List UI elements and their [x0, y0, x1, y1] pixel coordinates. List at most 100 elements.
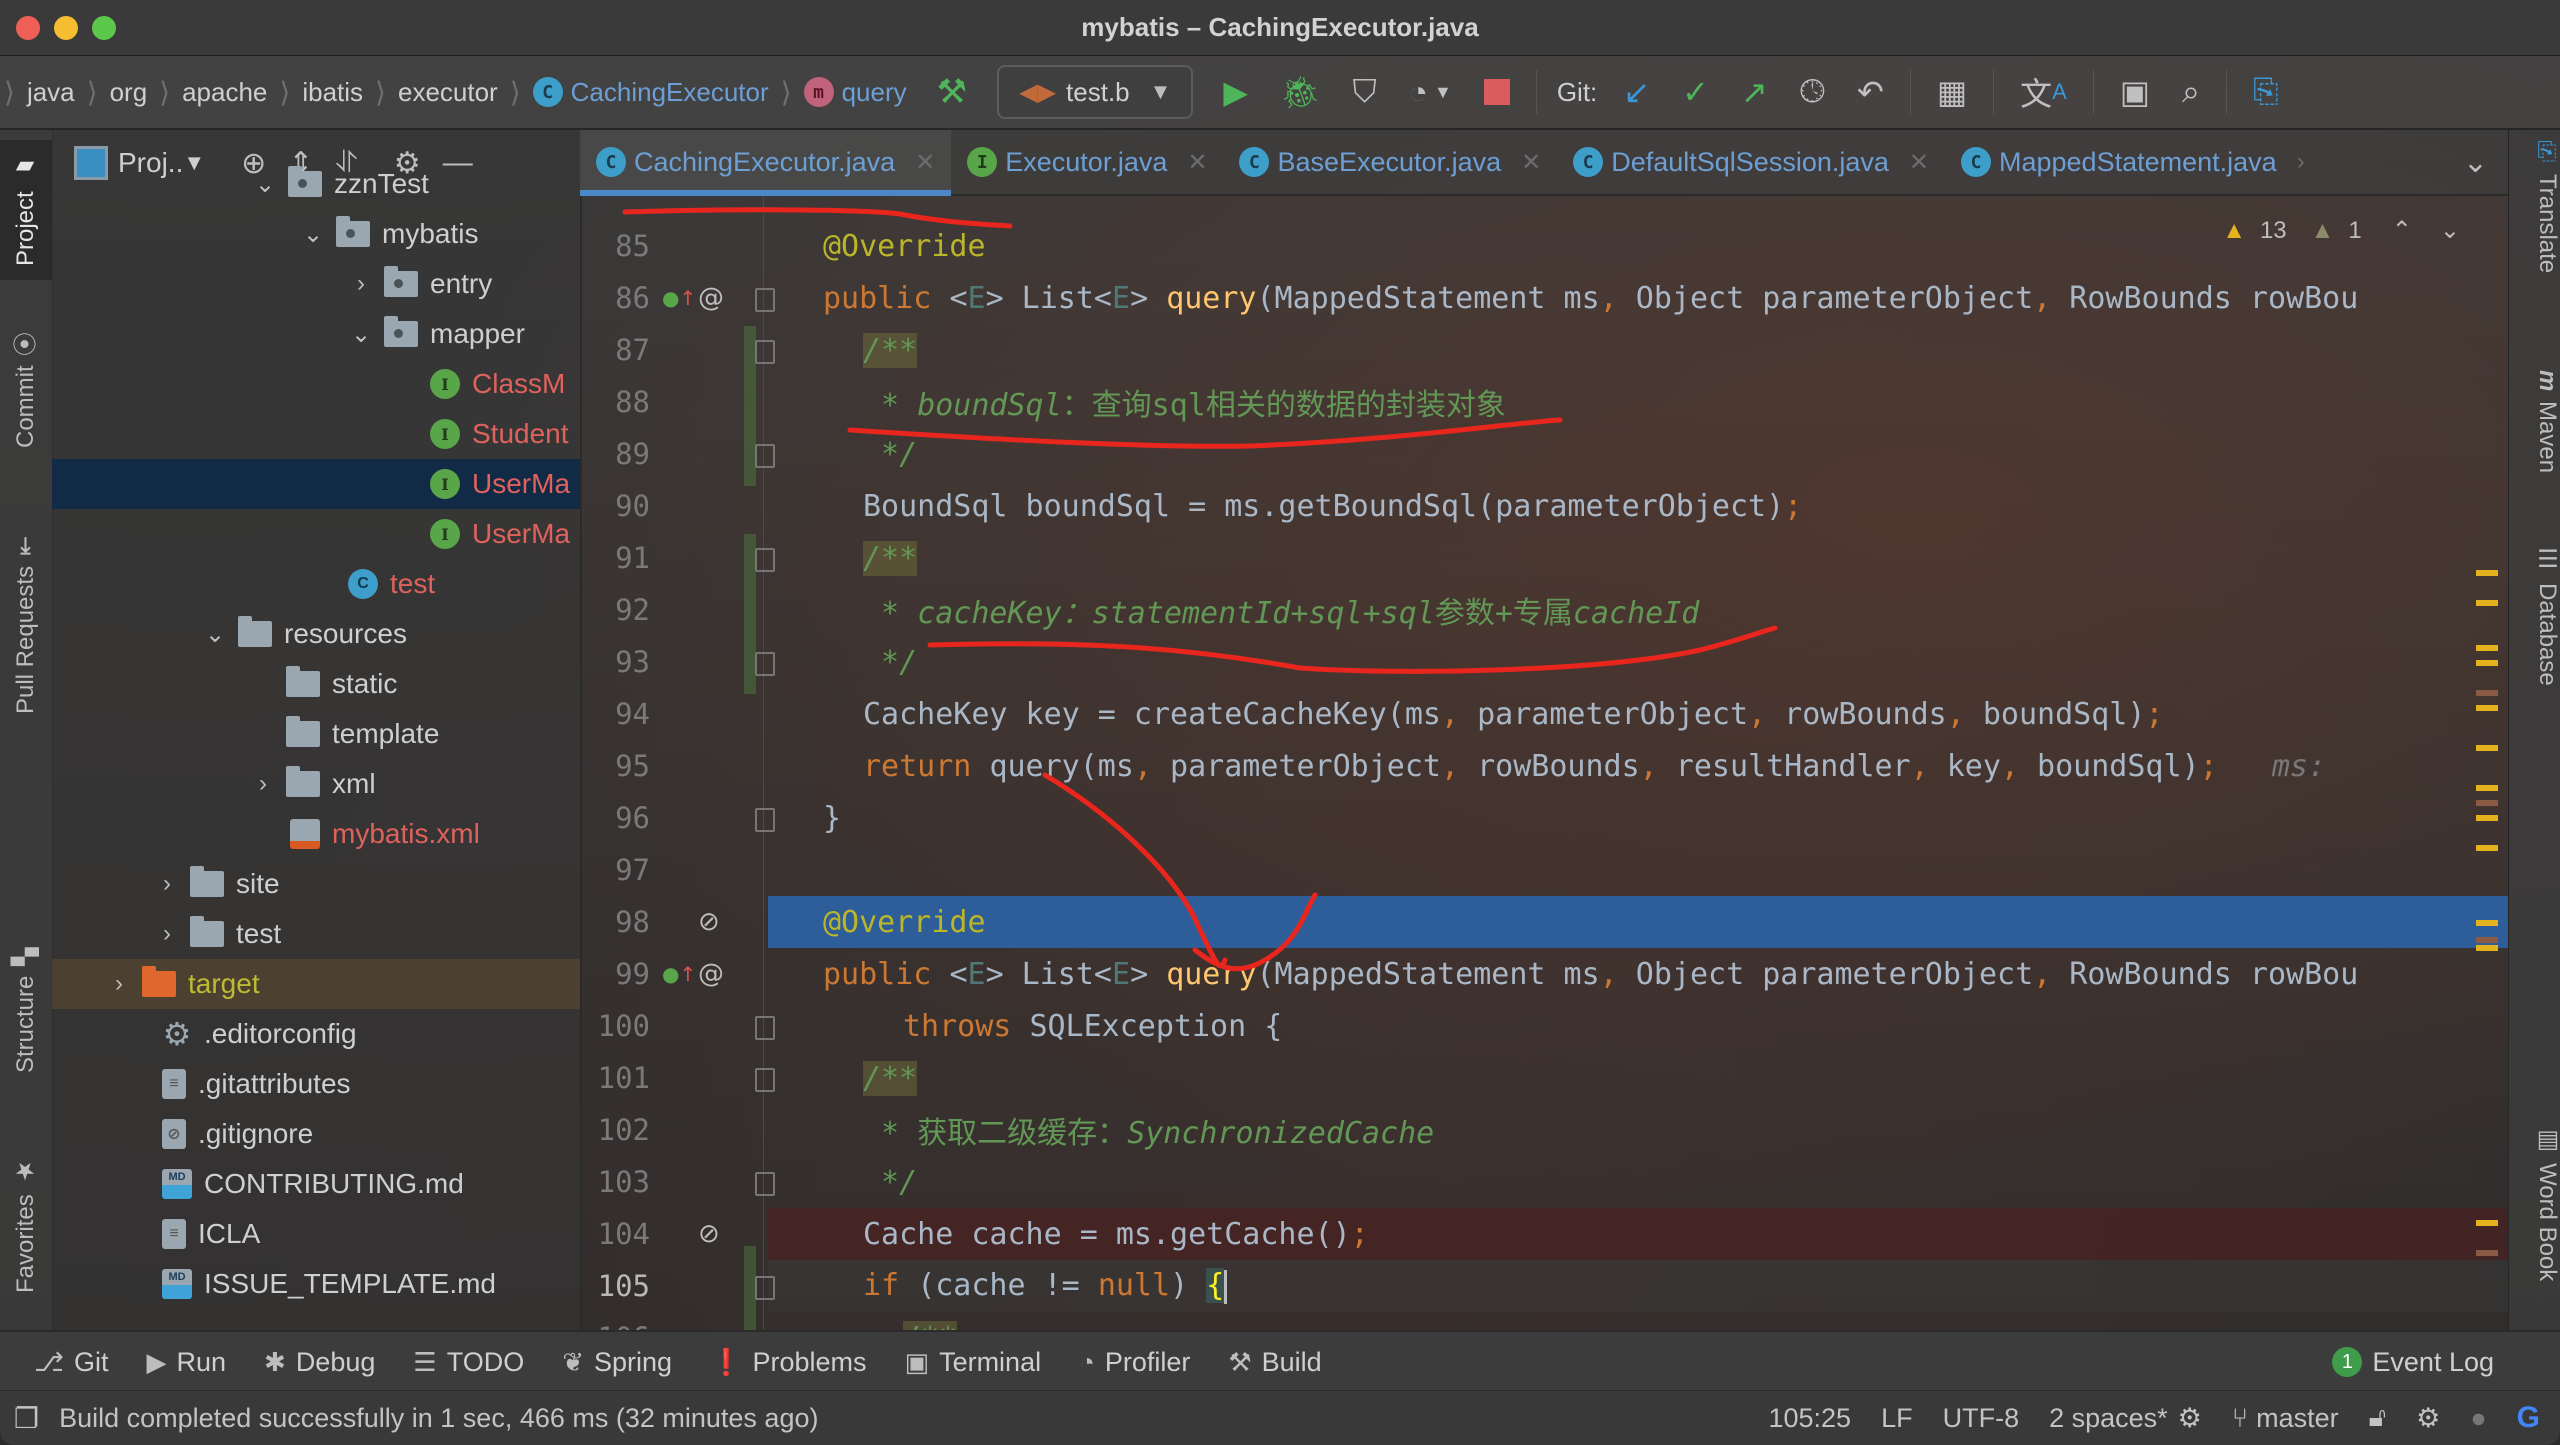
translate-icon[interactable]: 文A	[2020, 69, 2067, 115]
tool-tab-pull-requests[interactable]: Pull Requests ⇤	[0, 510, 52, 740]
chevron-right-icon[interactable]: ›	[104, 970, 134, 998]
code-editor[interactable]: ▲ 13 ▲ 1 ⌃ ⌄ 85 @Override 86 ●↑ @ public…	[580, 196, 2508, 1330]
tree-item[interactable]: ⌄ mybatis	[52, 209, 580, 259]
tree-item[interactable]: ⚙ .editorconfig	[52, 1009, 580, 1059]
fold-icon[interactable]	[755, 1172, 775, 1196]
tree-item[interactable]: › xml	[52, 759, 580, 809]
tree-item[interactable]: › test	[52, 909, 580, 959]
chevron-right-icon[interactable]: ›	[248, 770, 278, 798]
chevron-right-icon[interactable]: ›	[152, 870, 182, 898]
implements-gutter-icon[interactable]: ●↑	[662, 286, 696, 310]
event-log-button[interactable]: 1 Event Log	[2332, 1347, 2494, 1378]
tab-caching-executor[interactable]: C CachingExecutor.java ✕	[580, 130, 952, 196]
git-branch-widget[interactable]: ⑂ master	[2232, 1403, 2339, 1434]
translate-plugin-icon[interactable]: ⎘	[2253, 73, 2279, 111]
tool-button-terminal[interactable]: ▣ Terminal	[904, 1347, 1041, 1378]
fold-icon[interactable]	[755, 1276, 775, 1300]
fold-icon[interactable]	[755, 808, 775, 832]
rollback-icon[interactable]: ↶	[1857, 73, 1884, 111]
breadcrumb-ibatis[interactable]: ibatis	[292, 77, 373, 108]
tree-item[interactable]: ≡ ICLA	[52, 1209, 580, 1259]
close-window-button[interactable]	[16, 16, 40, 40]
profile-icon[interactable]: ◔ ▼	[1409, 74, 1452, 111]
tree-item[interactable]: I ClassM	[52, 359, 580, 409]
tree-item[interactable]: › target	[52, 959, 580, 1009]
tool-tab-favorites[interactable]: Favorites ★	[0, 1140, 52, 1310]
tool-tab-project[interactable]: Project ▰	[0, 140, 52, 280]
annotation-gutter-icon[interactable]: @	[698, 283, 724, 313]
tree-item[interactable]: ≡ .gitattributes	[52, 1059, 580, 1109]
inspection-profile-icon[interactable]: ⚙	[2416, 1403, 2440, 1434]
tree-item[interactable]: static	[52, 659, 580, 709]
fold-icon[interactable]	[755, 340, 775, 364]
run-icon[interactable]: ▶	[1223, 73, 1248, 111]
chevron-down-icon[interactable]: ⌄	[298, 220, 328, 249]
tool-button-problems[interactable]: ❗ Problems	[710, 1347, 866, 1378]
close-icon[interactable]: ✕	[1521, 148, 1541, 177]
fold-icon[interactable]	[755, 1068, 775, 1092]
chevron-right-icon[interactable]: ›	[2297, 148, 2305, 176]
warning-marker[interactable]	[2476, 785, 2498, 791]
tool-button-build[interactable]: ⚒ Build	[1228, 1347, 1321, 1378]
tool-tab-database[interactable]: ☰ Database	[2509, 545, 2560, 745]
run-configuration-select[interactable]: ◀▶ test.b ▼	[997, 65, 1194, 119]
warning-marker[interactable]	[2476, 570, 2498, 576]
tool-button-debug[interactable]: ✱ Debug	[264, 1347, 375, 1378]
tree-item-selected[interactable]: I UserMa	[52, 459, 580, 509]
breadcrumb-org[interactable]: org	[100, 77, 158, 108]
tree-item[interactable]: ⊘ .gitignore	[52, 1109, 580, 1159]
line-separator[interactable]: LF	[1881, 1403, 1913, 1434]
git-update-icon[interactable]: ↙	[1623, 73, 1650, 111]
tree-item[interactable]: ⌄ resources	[52, 609, 580, 659]
toggle-tool-windows-icon[interactable]: ❐	[14, 1402, 39, 1435]
caret-position[interactable]: 105:25	[1768, 1403, 1851, 1434]
warning-marker[interactable]	[2476, 645, 2498, 651]
fold-icon[interactable]	[755, 548, 775, 572]
close-icon[interactable]: ✕	[1187, 148, 1207, 177]
chevron-down-icon[interactable]: ⌄	[346, 320, 376, 349]
search-icon[interactable]: ⌕	[2182, 73, 2200, 111]
tree-item[interactable]: › site	[52, 859, 580, 909]
chevron-down-icon[interactable]: ⌄	[2463, 145, 2508, 180]
fold-icon[interactable]	[755, 652, 775, 676]
tree-item[interactable]: Ctest	[52, 559, 580, 609]
marker[interactable]	[2476, 800, 2498, 806]
warning-marker[interactable]	[2476, 845, 2498, 851]
fold-icon[interactable]	[755, 444, 775, 468]
tree-item[interactable]: I Student	[52, 409, 580, 459]
tool-button-todo[interactable]: ☰ TODO	[413, 1347, 524, 1378]
tool-tab-structure[interactable]: Structure ▚	[0, 930, 52, 1090]
tree-item[interactable]: mybatis.xml	[52, 809, 580, 859]
project-structure-icon[interactable]: ▦	[1937, 73, 1967, 111]
editorconfig-icon[interactable]: ⚙	[2178, 1403, 2202, 1434]
build-hammer-icon[interactable]: ⚒	[937, 72, 967, 112]
tree-item[interactable]: I UserMa	[52, 509, 580, 559]
tool-tab-word-book[interactable]: ▤ Word Book	[2509, 1125, 2560, 1325]
breadcrumb-caching-executor[interactable]: C CachingExecutor	[523, 77, 779, 108]
minimize-window-button[interactable]	[54, 16, 78, 40]
chevron-down-icon[interactable]: ⌄	[250, 170, 280, 199]
maximize-window-button[interactable]	[92, 16, 116, 40]
warning-marker[interactable]	[2476, 945, 2498, 951]
warning-marker[interactable]	[2476, 660, 2498, 666]
breadcrumb-java[interactable]: java	[17, 77, 85, 108]
tree-item[interactable]: template	[52, 709, 580, 759]
warning-marker[interactable]	[2476, 1220, 2498, 1226]
marker[interactable]	[2476, 937, 2498, 943]
close-icon[interactable]: ✕	[915, 148, 935, 177]
tool-button-git[interactable]: ⎇ Git	[34, 1347, 108, 1378]
coverage-icon[interactable]: ⛉	[1353, 73, 1377, 111]
breadcrumb-executor[interactable]: executor	[388, 77, 508, 108]
tree-item[interactable]: MD ISSUE_TEMPLATE.md	[52, 1259, 580, 1309]
tool-tab-translate[interactable]: ⎘ Translate	[2509, 140, 2560, 340]
tab-executor[interactable]: I Executor.java ✕	[951, 130, 1223, 194]
fold-icon[interactable]	[755, 1016, 775, 1040]
presentation-icon[interactable]: ▣	[2120, 73, 2150, 111]
tree-item[interactable]: › entry	[52, 259, 580, 309]
tool-tab-maven[interactable]: m Maven	[2509, 370, 2560, 530]
tab-base-executor[interactable]: C BaseExecutor.java ✕	[1223, 130, 1557, 194]
tool-button-spring[interactable]: ❦ Spring	[562, 1347, 672, 1378]
file-encoding[interactable]: UTF-8	[1943, 1403, 2020, 1434]
stop-icon[interactable]	[1483, 79, 1510, 105]
indent-setting[interactable]: 2 spaces*	[2049, 1403, 2168, 1434]
